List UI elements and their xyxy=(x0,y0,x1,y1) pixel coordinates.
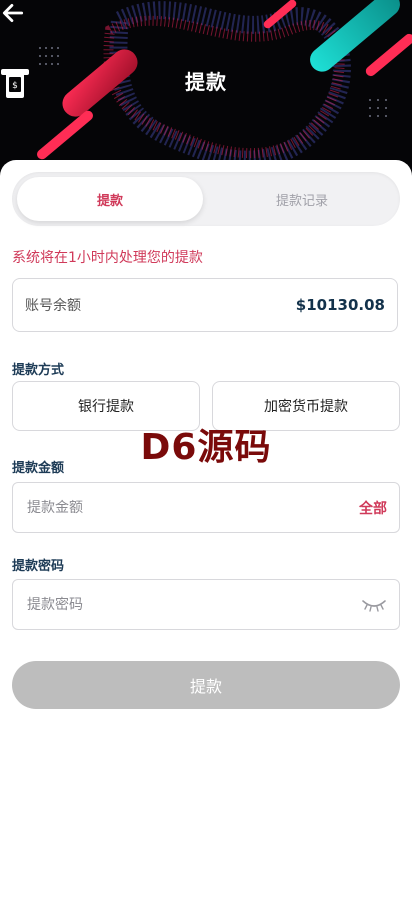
balance-box: 账号余额 $10130.08 xyxy=(12,278,398,332)
balance-amount: $10130.08 xyxy=(295,296,385,314)
balance-label: 账号余额 xyxy=(25,298,81,314)
tab-bar: 提款 提款记录 xyxy=(12,172,400,226)
atm-withdraw-icon: $ xyxy=(1,69,29,98)
tab-withdraw[interactable]: 提款 xyxy=(17,177,203,221)
method-label: 提款方式 xyxy=(12,363,65,378)
amount-input[interactable] xyxy=(25,498,359,517)
svg-text:$: $ xyxy=(12,81,18,91)
processing-notice: 系统将在1小时内处理您的提款 xyxy=(12,250,203,266)
password-input[interactable] xyxy=(25,595,361,614)
header-banner: $ 提款 xyxy=(0,0,412,180)
tab-withdraw-history[interactable]: 提款记录 xyxy=(209,177,395,221)
watermark-text: D6源码 xyxy=(140,427,272,468)
all-amount-button[interactable]: 全部 xyxy=(359,498,387,518)
eye-closed-icon[interactable] xyxy=(361,597,387,613)
submit-withdraw-button[interactable]: 提款 xyxy=(12,661,400,709)
password-label: 提款密码 xyxy=(12,559,65,574)
arrow-left-icon[interactable] xyxy=(0,0,26,26)
password-field-box xyxy=(12,579,400,630)
page-title: 提款 xyxy=(185,70,227,94)
withdraw-card: 提款 提款记录 系统将在1小时内处理您的提款 账号余额 $10130.08 提款… xyxy=(0,160,412,915)
amount-field-box: 全部 xyxy=(12,482,400,533)
page-title-group: $ 提款 xyxy=(0,66,412,98)
